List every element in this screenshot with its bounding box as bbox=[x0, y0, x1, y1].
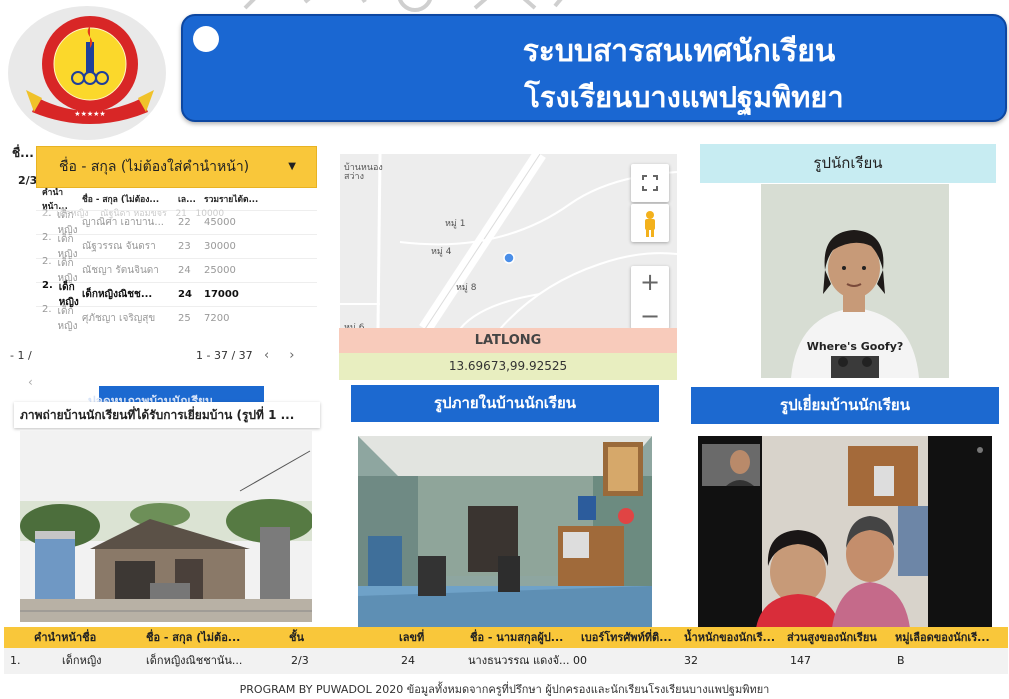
bt-cell-height: 147 bbox=[790, 654, 811, 667]
house-interior-photo bbox=[358, 436, 652, 628]
table-body: 2. เด็กหญิง ญาณิศา เอาบาน... 22 45000 2. เด็กห… bbox=[36, 208, 317, 332]
pager-left-label: - 1 / bbox=[10, 349, 32, 362]
pager-nav: ‹› bbox=[264, 348, 314, 363]
cell-prefix: เด็กหญิง bbox=[57, 305, 78, 332]
dropdown-caret-icon: ▼ bbox=[288, 161, 296, 172]
pegman-icon bbox=[645, 211, 655, 237]
bt-col-name[interactable]: ชื่อ - สกุล (ไม่ต้อ... bbox=[146, 627, 246, 648]
page-title: ระบบสารสนเทศนักเรียน bbox=[522, 34, 836, 69]
bottom-table-row[interactable]: 1. เด็กหญิง เด็กหญิงณิชชานัน... 2/3 24 น… bbox=[4, 648, 1008, 674]
bt-cell-parent: นางธนวรรณ แดงจั... bbox=[468, 654, 570, 667]
bt-col-parent[interactable]: ชื่อ - นามสกุลผู้ป... bbox=[470, 627, 580, 648]
table-edge-label: ชื่... bbox=[12, 146, 34, 160]
cell-index: 2. bbox=[42, 303, 52, 315]
bt-col-prefix[interactable]: คำนำหน้าชื่อ bbox=[34, 627, 124, 648]
map-roads bbox=[340, 154, 677, 329]
decorative-header-fragment bbox=[243, 0, 563, 12]
table-row[interactable]: 2. เด็กหญิง ณัชญา รัตนจินดา 24 25000 bbox=[36, 256, 317, 284]
bt-cell-number: 24 bbox=[401, 654, 415, 667]
svg-text:★★★★★: ★★★★★ bbox=[74, 110, 105, 118]
header-banner: ระบบสารสนเทศนักเรียน โรงเรียนบางแพปฐมพิท… bbox=[181, 14, 1007, 122]
table-row[interactable]: 2. เด็กหญิง เด็กหญิงณิชช... 24 17000 bbox=[36, 280, 317, 308]
student-photo-title: รูปนักเรียน bbox=[700, 144, 996, 183]
cell-number: 23 bbox=[178, 241, 191, 252]
page-subtitle: โรงเรียนบางแพปฐมพิทยา bbox=[524, 80, 844, 114]
col-number[interactable]: เล... bbox=[178, 192, 204, 206]
cell-income: 30000 bbox=[204, 241, 236, 252]
bt-col-height[interactable]: ส่วนสูงของนักเรียน bbox=[787, 627, 891, 648]
zoom-out-button[interactable]: − bbox=[631, 302, 669, 329]
cell-number: 22 bbox=[178, 217, 191, 228]
map-village-4: หมู่ 4 bbox=[431, 247, 452, 257]
map-view[interactable]: บ้านหนอง สว่าง หมู่ 1 หมู่ 4 หมู่ 8 หมู่… bbox=[340, 154, 677, 329]
cell-prefix-wrap: 2. เด็กหญิง bbox=[36, 304, 82, 334]
bt-cell-index: 1. bbox=[10, 654, 21, 667]
col-name[interactable]: ชื่อ - สกุล (ไม่ต้อง... bbox=[82, 192, 178, 206]
house-exterior-title: ภาพถ่ายบ้านนักเรียนที่ได้รับการเยี่ยมบ้า… bbox=[14, 402, 320, 428]
cell-number: 24 bbox=[178, 265, 191, 276]
name-filter-label: ชื่อ - สกุล (ไม่ต้องใส่คำนำหน้า) bbox=[59, 159, 250, 175]
col-income[interactable]: รวมรายได้ต... bbox=[204, 192, 274, 206]
cell-name: ณัชญา รัตนจินดา bbox=[82, 265, 159, 276]
map-place-label: บ้านหนอง สว่าง bbox=[344, 163, 383, 182]
street-view-button[interactable] bbox=[631, 204, 669, 242]
cell-number: 25 bbox=[178, 313, 191, 324]
pager-prev-icon[interactable]: ‹ bbox=[264, 348, 289, 363]
cell-name: ศุภัชญา เจริญสุข bbox=[82, 313, 156, 324]
cell-income: 17000 bbox=[204, 289, 239, 300]
table-ghost-row: 2. เด็กหญิง ณัฐนิดา หอมขจร 21 10000 bbox=[42, 209, 225, 218]
bt-cell-phone: 00 bbox=[573, 654, 587, 667]
house-interior-title: รูปภายในบ้านนักเรียน bbox=[351, 385, 659, 422]
map-village-8: หมู่ 8 bbox=[456, 283, 477, 293]
zoom-in-button[interactable]: + bbox=[631, 268, 669, 296]
home-visit-image bbox=[698, 436, 992, 628]
bt-cell-weight: 32 bbox=[684, 654, 698, 667]
cell-income: 25000 bbox=[204, 265, 236, 276]
table-row[interactable]: 2. เด็กหญิง ศุภัชญา เจริญสุข 25 7200 bbox=[36, 304, 317, 332]
house-exterior-image bbox=[20, 431, 312, 622]
house-exterior-photo bbox=[20, 431, 312, 622]
student-portrait-image: Where's Goofy? bbox=[761, 184, 949, 378]
student-photo: Where's Goofy? bbox=[761, 184, 949, 378]
bt-col-blood[interactable]: หมู่เลือดของนักเรี... bbox=[895, 627, 1007, 648]
cell-number: 24 bbox=[178, 289, 192, 300]
cell-name: เด็กหญิงณิชช... bbox=[82, 289, 153, 300]
name-filter-dropdown[interactable]: ชื่อ - สกุล (ไม่ต้องใส่คำนำหน้า) ▼ bbox=[36, 146, 317, 188]
home-visit-title: รูปเยี่ยมบ้านนักเรียน bbox=[691, 387, 999, 424]
pager-next-icon[interactable]: › bbox=[289, 348, 314, 363]
bt-col-weight[interactable]: น้ำหนักของนักเรี... bbox=[684, 627, 779, 648]
scroll-left-icon[interactable]: ‹ bbox=[28, 375, 33, 389]
bt-col-phone[interactable]: เบอร์โทรศัพท์ที่ติ... bbox=[581, 627, 681, 648]
bt-cell-class: 2/3 bbox=[291, 654, 309, 667]
home-visit-photo bbox=[698, 436, 992, 628]
class-filter-value[interactable]: 2/3 bbox=[18, 174, 37, 187]
latlong-header: LATLONG bbox=[339, 328, 677, 353]
latlong-value: 13.69673,99.92525 bbox=[339, 353, 677, 380]
bt-col-class[interactable]: ชั้น bbox=[289, 627, 329, 648]
cell-income: 7200 bbox=[204, 313, 230, 324]
fullscreen-button[interactable] bbox=[631, 164, 669, 202]
house-interior-image bbox=[358, 436, 652, 628]
zoom-controls: + − bbox=[631, 266, 669, 329]
cell-income: 45000 bbox=[204, 217, 236, 228]
shirt-text: Where's Goofy? bbox=[807, 340, 904, 353]
bt-col-number[interactable]: เลขที่ bbox=[399, 627, 439, 648]
footer-credit: PROGRAM BY PUWADOL 2020 ข้อมูลทั้งหมดจาก… bbox=[239, 683, 770, 696]
school-logo: ★★★★★ bbox=[26, 16, 154, 124]
cell-name: ณัฐวรรณ จันดรา bbox=[82, 241, 156, 252]
fullscreen-icon bbox=[642, 175, 658, 191]
student-table: คำนำหน้า... ชื่อ - สกุล (ไม่ต้อง... เล..… bbox=[36, 188, 317, 332]
map-village-1: หมู่ 1 bbox=[445, 219, 466, 229]
bt-cell-name: เด็กหญิงณิชชานัน... bbox=[146, 654, 243, 667]
table-row[interactable]: 2. เด็กหญิง ณัฐวรรณ จันดรา 23 30000 bbox=[36, 232, 317, 260]
bt-cell-blood: B bbox=[897, 654, 905, 667]
bottom-table-header: คำนำหน้าชื่อ ชื่อ - สกุล (ไม่ต้อ... ชั้น… bbox=[4, 627, 1008, 648]
pager-range: 1 - 37 / 37 bbox=[196, 349, 253, 362]
bt-cell-prefix: เด็กหญิง bbox=[62, 654, 102, 667]
